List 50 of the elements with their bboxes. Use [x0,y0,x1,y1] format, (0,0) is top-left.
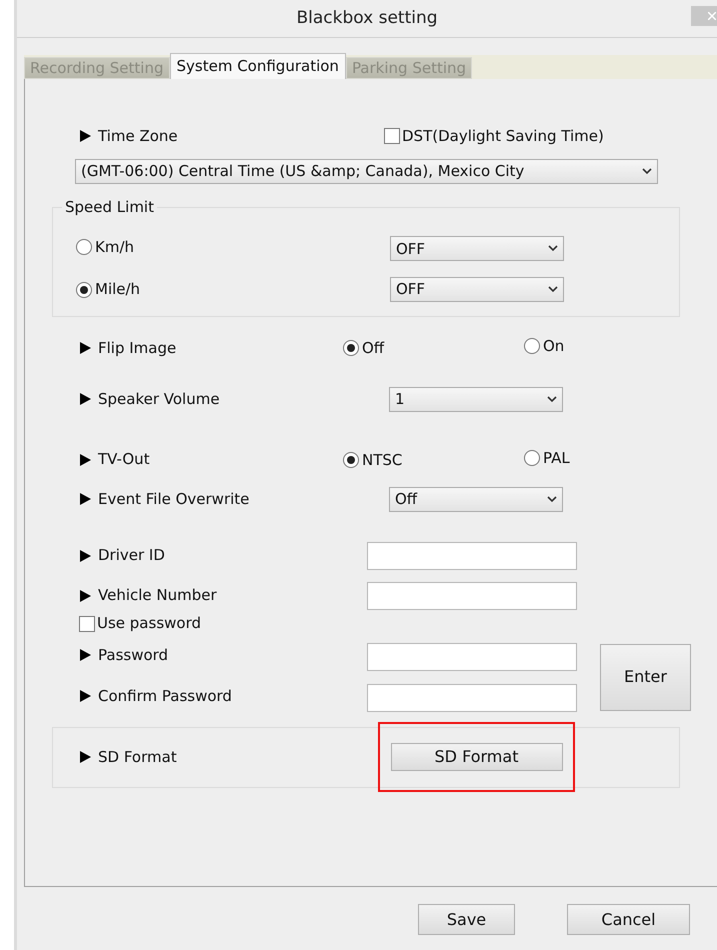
text-field[interactable] [367,582,577,610]
dropdown[interactable]: 1 [389,386,563,412]
text-field[interactable] [367,684,577,712]
tab[interactable]: System Configuration [170,53,346,79]
button[interactable]: Save [418,904,515,935]
chevron-down-icon [547,496,557,502]
triangle-icon [79,751,91,763]
setting-label: Speaker Volume [98,389,220,410]
setting-label: Vehicle Number [98,585,217,606]
chevron-down-icon [547,396,557,403]
radio-option[interactable]: Km/h [76,236,134,258]
setting-label: Time Zone [98,126,178,147]
button[interactable]: SD Format [390,743,562,771]
radio-option[interactable]: Off [343,337,384,360]
triangle-icon [79,550,91,562]
setting-label: Driver ID [98,545,165,566]
setting-label: Confirm Password [98,686,232,706]
radio-option[interactable]: On [524,335,564,358]
triangle-icon [79,342,91,354]
button[interactable]: Cancel [567,904,690,935]
setting-label: SD Format [98,746,177,768]
text-field[interactable] [367,542,577,570]
triangle-icon [79,130,91,142]
radio-option[interactable]: NTSC [343,448,402,472]
checkbox-option[interactable]: Use password [79,612,202,635]
dropdown[interactable]: OFF [390,276,564,302]
close-icon [708,12,716,20]
radio-option[interactable]: PAL [524,446,570,470]
dropdown[interactable]: OFF [390,236,564,262]
chevron-down-icon [548,245,558,252]
window-title: Blackbox setting [296,6,438,30]
setting-label: Password [98,644,168,666]
checkbox-option[interactable]: DST(Daylight Saving Time) [384,124,604,148]
triangle-icon [79,493,91,505]
setting-label: TV-Out [98,449,150,470]
triangle-icon [79,454,91,466]
chevron-down-icon [642,168,652,175]
close-button[interactable] [691,6,717,26]
setting-label: Flip Image [98,338,176,359]
button[interactable]: Enter [600,644,691,710]
triangle-icon [79,590,91,602]
dropdown[interactable]: Off [389,486,563,512]
triangle-icon [79,690,91,702]
triangle-icon [79,648,91,661]
dropdown[interactable]: (GMT-06:00) Central Time (US &amp; Canada), Mexico City [75,159,658,184]
setting-label: Event File Overwrite [98,488,250,510]
text-field[interactable] [367,642,577,670]
chevron-down-icon [548,286,558,293]
radio-option[interactable]: Mile/h [76,278,140,301]
triangle-icon [79,393,91,406]
